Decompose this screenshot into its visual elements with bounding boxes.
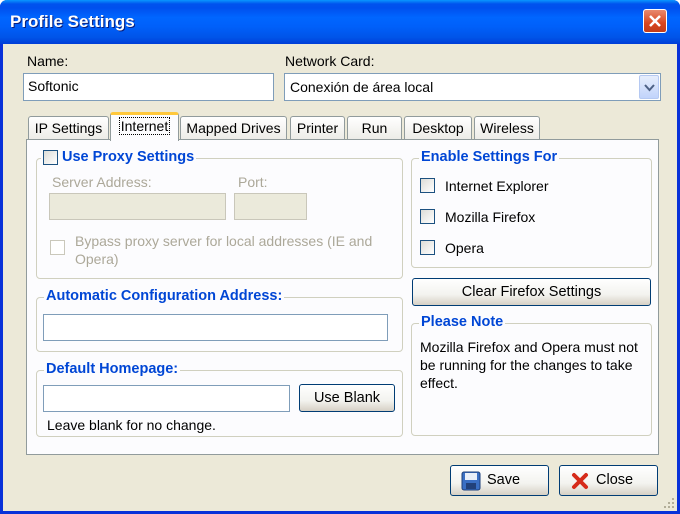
auto-config-input[interactable] [43, 314, 388, 341]
close-label: Close [596, 472, 634, 488]
network-card-value: Conexión de área local [290, 79, 434, 95]
please-note-title: Please Note [419, 314, 506, 330]
name-label: Name: [27, 53, 69, 69]
bypass-proxy-label: Bypass proxy server for local addresses … [75, 233, 373, 267]
name-input[interactable]: Softonic [23, 73, 274, 101]
default-homepage-title: Default Homepage: [44, 361, 181, 377]
opera-checkbox[interactable] [420, 240, 435, 255]
close-button[interactable]: Close [559, 465, 658, 496]
tab-printer[interactable]: Printer [290, 116, 345, 140]
opera-label: Opera [445, 240, 484, 256]
resize-grip-icon[interactable] [663, 497, 675, 509]
tab-label: Internet [118, 117, 171, 135]
bypass-proxy-checkbox[interactable] [50, 240, 65, 255]
save-disk-icon [461, 471, 481, 491]
auto-config-group: Automatic Configuration Address: [36, 288, 403, 352]
tab-mapped-drives[interactable]: Mapped Drives [180, 116, 287, 140]
tab-run[interactable]: Run [347, 116, 402, 140]
mozilla-firefox-checkbox[interactable] [420, 209, 435, 224]
proxy-group: Use Proxy Settings Server Address: Port:… [36, 149, 403, 279]
internet-tab-panel: Use Proxy Settings Server Address: Port:… [26, 139, 659, 455]
homepage-input[interactable] [43, 385, 290, 412]
network-card-select[interactable]: Conexión de área local [284, 73, 661, 101]
save-label: Save [487, 472, 521, 488]
homepage-hint: Leave blank for no change. [47, 417, 216, 433]
tab-label: Desktop [412, 120, 464, 136]
tab-desktop[interactable]: Desktop [404, 116, 472, 140]
enable-settings-group: Enable Settings For Internet Explorer Mo… [411, 149, 652, 268]
window-title: Profile Settings [10, 12, 135, 31]
clear-firefox-settings-button[interactable]: Clear Firefox Settings [412, 278, 651, 306]
please-note-text: Mozilla Firefox and Opera must not be ru… [420, 339, 638, 391]
title-bar[interactable]: Profile Settings [0, 0, 680, 44]
tab-label: Printer [296, 120, 339, 136]
tab-label: Mapped Drives [186, 120, 281, 136]
auto-config-title: Automatic Configuration Address: [44, 288, 285, 304]
tab-label: IP Settings [34, 120, 103, 136]
please-note-group: Please Note Mozilla Firefox and Opera mu… [411, 314, 652, 436]
use-blank-button[interactable]: Use Blank [299, 384, 395, 412]
tab-label: Run [361, 120, 388, 136]
chevron-down-icon [644, 84, 655, 92]
tab-wireless[interactable]: Wireless [474, 116, 540, 140]
close-icon [572, 473, 588, 489]
use-proxy-toggle[interactable]: Use Proxy Settings [41, 149, 197, 165]
server-address-label: Server Address: [52, 174, 152, 190]
profile-settings-window: Profile Settings Name: Softonic Network … [0, 0, 680, 514]
enable-settings-title: Enable Settings For [419, 149, 560, 165]
tab-label: Wireless [480, 120, 534, 136]
default-homepage-group: Default Homepage: Use Blank Leave blank … [36, 361, 403, 437]
close-icon [649, 15, 661, 27]
internet-explorer-checkbox[interactable] [420, 178, 435, 193]
tab-internet[interactable]: Internet [110, 112, 179, 141]
tab-ip-settings[interactable]: IP Settings [28, 116, 109, 140]
network-card-label: Network Card: [285, 53, 375, 69]
internet-explorer-label: Internet Explorer [445, 178, 549, 194]
window-close-button[interactable] [643, 9, 667, 33]
save-button[interactable]: Save [450, 465, 549, 496]
port-input[interactable] [234, 193, 307, 220]
use-proxy-checkbox[interactable] [43, 149, 58, 165]
use-proxy-label: Use Proxy Settings [62, 149, 195, 165]
network-card-dropdown-button[interactable] [639, 75, 659, 99]
mozilla-firefox-label: Mozilla Firefox [445, 209, 536, 225]
port-label: Port: [238, 174, 268, 190]
server-address-input[interactable] [49, 193, 226, 220]
